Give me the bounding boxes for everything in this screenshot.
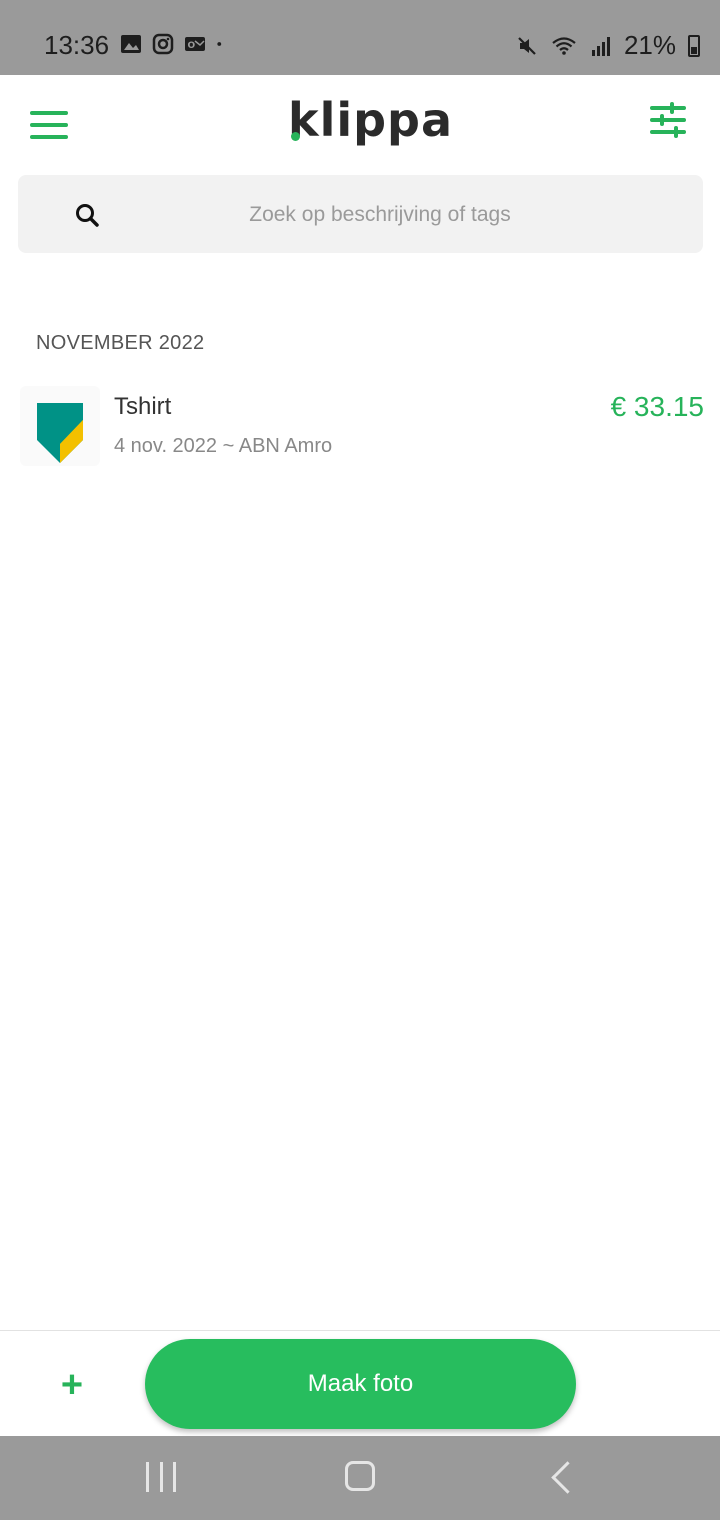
battery-percentage: 21% <box>623 30 676 60</box>
list-item[interactable]: Tshirt 4 nov. 2022 ~ ABN Amro € 33.15 <box>0 380 720 470</box>
back-icon[interactable] <box>551 1461 584 1494</box>
signal-icon <box>591 36 610 56</box>
hamburger-menu-icon[interactable] <box>30 111 68 139</box>
wifi-icon <box>552 36 576 55</box>
status-notification-icons: O <box>120 33 228 55</box>
klippa-logo: klippa <box>288 93 454 147</box>
add-icon[interactable]: + <box>52 1365 92 1405</box>
list-item-amount: € 33.15 <box>610 391 704 422</box>
list-item-title: Tshirt <box>114 393 172 420</box>
search-bar[interactable] <box>18 175 703 255</box>
abn-amro-logo-icon <box>20 386 100 466</box>
filter-sliders-icon[interactable] <box>650 102 686 138</box>
search-icon <box>76 204 99 227</box>
svg-text:O: O <box>188 41 196 51</box>
system-navigation-bar <box>0 1436 720 1520</box>
instagram-icon <box>152 33 174 55</box>
gallery-icon <box>121 35 141 53</box>
section-header-month: NOVEMBER 2022 <box>36 332 205 354</box>
logo-dot <box>291 132 300 141</box>
search-input[interactable] <box>138 175 622 255</box>
battery-icon <box>688 34 700 57</box>
dot-icon <box>217 42 222 46</box>
status-time: 13:36 <box>44 30 110 60</box>
mute-icon <box>518 36 536 55</box>
app-bar: klippa <box>0 75 720 170</box>
take-photo-button[interactable]: Maak foto <box>145 1339 576 1429</box>
recent-apps-icon[interactable] <box>146 1462 176 1492</box>
status-bar: 13:36 O 21% <box>0 0 720 75</box>
bottom-bar: + Maak foto <box>0 1330 720 1437</box>
home-icon[interactable] <box>345 1461 375 1491</box>
outlook-icon: O <box>185 37 205 51</box>
list-item-subtitle: 4 nov. 2022 ~ ABN Amro <box>114 435 333 457</box>
status-system-icons: 21% <box>516 30 700 61</box>
